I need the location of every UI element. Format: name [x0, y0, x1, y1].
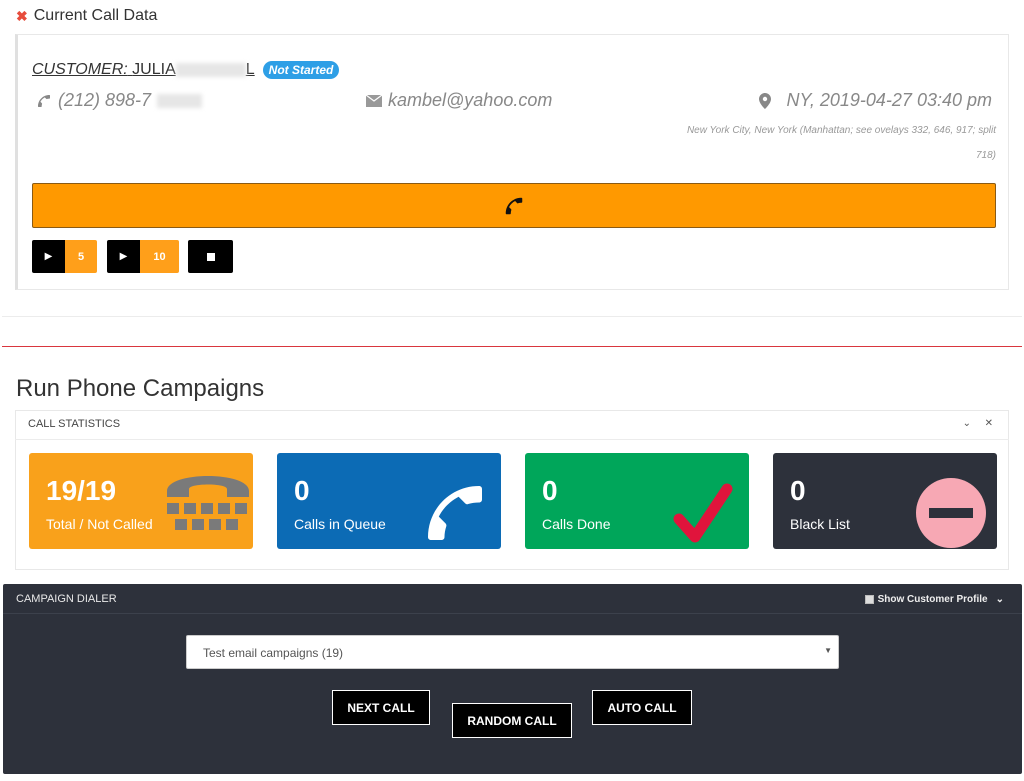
stat-card-blacklist: 0 Black List [773, 453, 997, 549]
phone-icon [428, 486, 482, 540]
stat-label: Calls Done [542, 516, 611, 532]
stat-label: Calls in Queue [294, 516, 386, 532]
customer-phone: (212) 898-7 [36, 90, 203, 111]
auto-call-button[interactable]: AUTO CALL [592, 690, 692, 725]
current-call-title: ✖ Current Call Data [16, 7, 157, 25]
phone-number: (212) 898-7 [58, 90, 152, 110]
collapse-icon[interactable]: ⌄ [963, 418, 971, 429]
show-customer-profile-toggle[interactable]: Show Customer Profile ⌄ [864, 594, 1004, 605]
caret-down-icon: ▼ [824, 646, 832, 655]
minus-circle-icon [916, 478, 986, 548]
stat-card-done: 0 Calls Done [525, 453, 749, 549]
close-icon[interactable]: ✖ [16, 8, 28, 25]
stop-button[interactable] [188, 240, 233, 273]
stop-icon [206, 252, 215, 261]
stat-value: 0 [542, 475, 558, 506]
customer-name-suffix: L [245, 61, 255, 78]
telephone-icon [167, 476, 249, 530]
stat-value: 19/19 [46, 475, 117, 506]
campaign-dialer-header: CAMPAIGN DIALER Show Customer Profile ⌄ [3, 584, 1022, 614]
stat-label: Total / Not Called [46, 516, 153, 532]
customer-name-visible: JULIA [132, 61, 176, 78]
random-call-button[interactable]: RANDOM CALL [452, 703, 572, 738]
phone-icon [505, 197, 523, 214]
call-statistics-header: CALL STATISTICS ⌄ ✕ [15, 410, 1009, 440]
checkmark-icon [673, 483, 733, 543]
stat-card-total: 19/19 Total / Not Called [29, 453, 253, 549]
divider-red [2, 346, 1022, 347]
map-marker-icon [758, 92, 771, 109]
call-statistics-title: CALL STATISTICS [28, 418, 121, 430]
status-badge: Not Started [262, 61, 340, 79]
campaign-select[interactable]: Test email campaigns (19) ▼ [186, 635, 839, 669]
stat-value: 0 [294, 475, 310, 506]
campaign-dialer-panel: CAMPAIGN DIALER Show Customer Profile ⌄ … [3, 584, 1022, 774]
play-5-button[interactable]: ▶ 5 [32, 240, 97, 273]
phone-icon [38, 94, 50, 107]
play-icon: ▶ [32, 240, 65, 273]
divider [2, 316, 1022, 317]
stat-value: 0 [790, 475, 806, 506]
play-icon: ▶ [107, 240, 140, 273]
customer-label: CUSTOMER: [32, 61, 128, 78]
stat-label: Black List [790, 516, 850, 532]
page-title: Run Phone Campaigns [16, 375, 265, 402]
location-datetime: NY, 2019-04-27 03:40 pm [786, 90, 992, 110]
call-button[interactable] [32, 183, 996, 228]
campaign-dialer-title: CAMPAIGN DIALER [16, 593, 117, 605]
customer-line: CUSTOMER: JULIA L Not Started [32, 61, 340, 79]
show-profile-checkbox[interactable] [864, 595, 874, 604]
show-profile-label: Show Customer Profile [877, 594, 988, 605]
redacted-phone [157, 93, 203, 108]
play-10-button[interactable]: ▶ 10 [107, 240, 179, 273]
current-call-title-text: Current Call Data [33, 7, 158, 24]
close-icon[interactable]: ✕ [985, 418, 993, 429]
customer-location: NY, 2019-04-27 03:40 pm [758, 90, 992, 111]
stat-card-queue: 0 Calls in Queue [277, 453, 501, 549]
customer-name: CUSTOMER: JULIA L [32, 61, 255, 79]
location-detail: New York City, New York (Manhattan; see … [686, 125, 996, 161]
customer-email: kambel@yahoo.com [366, 90, 552, 111]
email-text: kambel@yahoo.com [388, 90, 553, 110]
next-call-button[interactable]: NEXT CALL [332, 690, 430, 725]
campaign-select-value: Test email campaigns (19) [203, 646, 344, 660]
timer-value: 10 [140, 240, 179, 273]
envelope-icon [366, 94, 382, 107]
timer-value: 5 [65, 240, 97, 273]
chevron-down-icon[interactable]: ⌄ [996, 594, 1004, 605]
redacted-name [175, 62, 246, 77]
